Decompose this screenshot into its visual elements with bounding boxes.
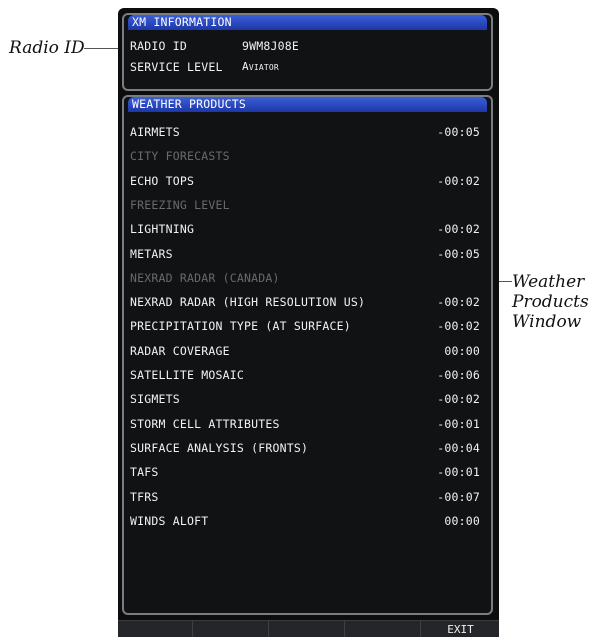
weather-product-name: NEXRAD RADAR (HIGH RESOLUTION US): [130, 295, 366, 310]
weather-callout-line3: Window: [512, 312, 582, 332]
softkey-4[interactable]: [346, 621, 421, 637]
weather-product-row[interactable]: STORM CELL ATTRIBUTES -00:01: [130, 412, 480, 436]
weather-product-name: SIGMETS: [130, 392, 180, 407]
weather-product-name: SURFACE ANALYSIS (FRONTS): [130, 440, 309, 455]
weather-product-name: STORM CELL ATTRIBUTES: [130, 416, 280, 431]
weather-product-age: -00:02: [437, 319, 480, 334]
weather-product-age: -00:07: [437, 489, 480, 504]
weather-product-age: 00:00: [444, 343, 480, 358]
weather-product-name: CITY FORECASTS: [130, 149, 230, 164]
weather-product-row[interactable]: WINDS ALOFT 00:00: [130, 509, 480, 533]
weather-product-name: PRECIPITATION TYPE (AT SURFACE): [130, 319, 351, 334]
weather-product-row[interactable]: CITY FORECASTS: [130, 144, 480, 168]
weather-product-row[interactable]: AIRMETS -00:05: [130, 120, 480, 144]
weather-product-age: -00:05: [437, 125, 480, 139]
weather-product-age: -00:06: [437, 368, 480, 382]
radio-id-value: 9WM8J08E: [242, 39, 299, 53]
weather-product-row[interactable]: SATELLITE MOSAIC -00:06: [130, 363, 480, 387]
weather-products-panel: WEATHER PRODUCTS AIRMETS -00:05 CITY FOREC…: [122, 95, 493, 615]
weather-product-row[interactable]: NEXRAD RADAR (HIGH RESOLUTION US) -00:02: [130, 290, 480, 314]
service-level-value: Aviator: [242, 60, 279, 73]
weather-product-row[interactable]: TFRS -00:07: [130, 485, 480, 509]
exit-softkey[interactable]: EXIT: [422, 621, 499, 637]
service-level-label: SERVICE LEVEL: [130, 60, 223, 74]
radio-id-callout: Radio ID: [9, 38, 85, 58]
weather-product-row[interactable]: RADAR COVERAGE 00:00: [130, 339, 480, 363]
weather-product-name: LIGHTNING: [130, 222, 195, 237]
weather-product-age: -00:04: [437, 440, 480, 455]
weather-product-name: ECHO TOPS: [130, 173, 195, 188]
softkey-3[interactable]: [270, 621, 345, 637]
weather-product-name: TAFS: [130, 465, 159, 480]
weather-product-row[interactable]: METARS -00:05: [130, 242, 480, 266]
weather-products-header: WEATHER PRODUCTS: [128, 97, 487, 112]
weather-product-row[interactable]: TAFS -00:01: [130, 460, 480, 484]
weather-product-row[interactable]: SIGMETS -00:02: [130, 387, 480, 411]
weather-product-name: TFRS: [130, 489, 159, 504]
weather-product-age: -00:02: [437, 222, 480, 237]
softkey-1[interactable]: [118, 621, 193, 637]
service-level-row: SERVICE LEVEL Aviator: [130, 58, 279, 76]
weather-product-row[interactable]: ECHO TOPS -00:02: [130, 169, 480, 193]
weather-product-age: -00:01: [437, 465, 480, 480]
weather-product-age: 00:00: [444, 513, 480, 528]
xm-information-panel: XM INFORMATION RADIO ID 9WM8J08E SERVICE…: [122, 13, 493, 91]
weather-callout-line2: Products: [512, 292, 589, 312]
weather-product-name: WINDS ALOFT: [130, 513, 209, 528]
radio-id-row: RADIO ID 9WM8J08E: [130, 37, 299, 55]
weather-product-name: FREEZING LEVEL: [130, 197, 230, 212]
weather-product-age: -00:02: [437, 392, 480, 407]
softkey-bar: EXIT: [118, 620, 499, 637]
weather-product-name: AIRMETS: [130, 125, 180, 139]
weather-product-name: RADAR COVERAGE: [130, 343, 230, 358]
weather-product-row[interactable]: SURFACE ANALYSIS (FRONTS) -00:04: [130, 436, 480, 460]
weather-product-name: NEXRAD RADAR (CANADA): [130, 270, 280, 285]
weather-product-row[interactable]: LIGHTNING -00:02: [130, 217, 480, 241]
softkey-2[interactable]: [194, 621, 269, 637]
weather-products-callout: Weather Products Window: [512, 272, 589, 332]
xm-information-header: XM INFORMATION: [128, 15, 487, 30]
weather-product-row[interactable]: FREEZING LEVEL: [130, 193, 480, 217]
weather-product-age: -00:02: [437, 173, 480, 188]
weather-product-row[interactable]: PRECIPITATION TYPE (AT SURFACE) -00:02: [130, 314, 480, 338]
weather-product-age: -00:05: [437, 246, 480, 261]
weather-product-age: -00:01: [437, 416, 480, 431]
radio-id-label: RADIO ID: [130, 39, 187, 53]
weather-product-row[interactable]: NEXRAD RADAR (CANADA): [130, 266, 480, 290]
weather-product-name: SATELLITE MOSAIC: [130, 368, 244, 382]
weather-product-name: METARS: [130, 246, 173, 261]
weather-callout-line1: Weather: [512, 272, 585, 292]
weather-product-age: -00:02: [437, 295, 480, 310]
